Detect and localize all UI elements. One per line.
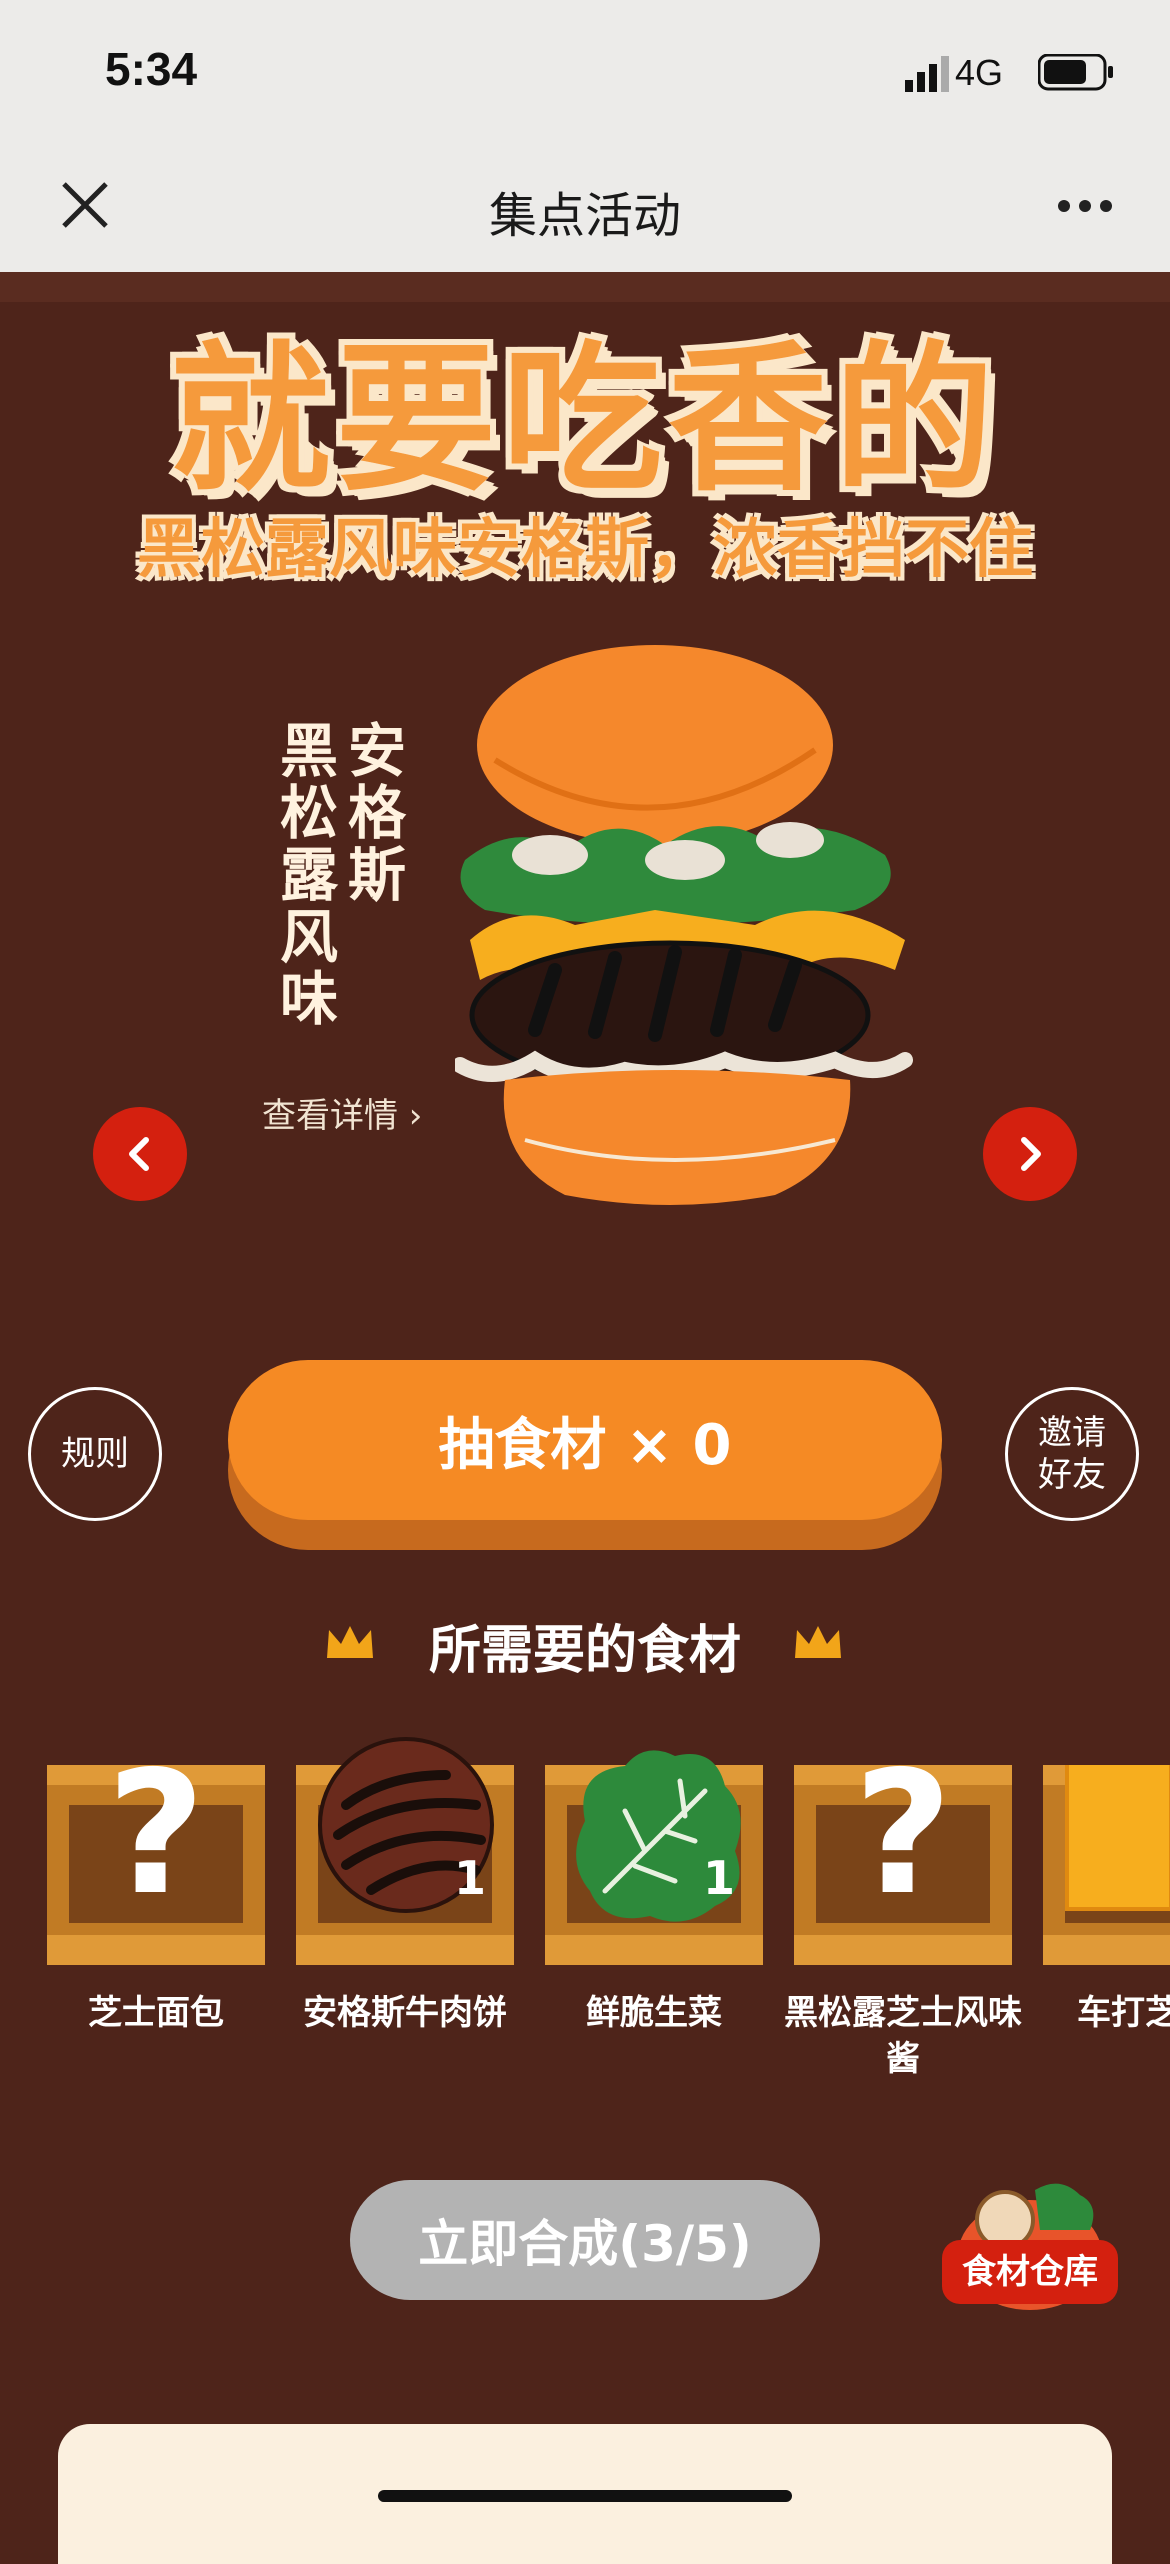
chevron-right-icon [1021, 1137, 1041, 1171]
page-title: 集点活动 [488, 188, 681, 244]
combine-button[interactable]: 立即合成(3/5) [350, 2180, 820, 2300]
ingredient-card[interactable]: ? [794, 1749, 1012, 1965]
ingredient-count: 1 [702, 1851, 735, 1905]
more-icon[interactable] [1056, 198, 1114, 214]
battery-icon [1038, 54, 1113, 91]
chevron-left-icon [129, 1137, 149, 1171]
signal-icon [905, 56, 949, 92]
ingredient-name: 黑松露芝士风味酱 [784, 1993, 1022, 2079]
ingredient-name: 芝士面包 [88, 1993, 224, 2033]
ingredient-warehouse-button[interactable]: 食材仓库 [942, 2240, 1118, 2304]
ingredient-name: 安格斯牛肉饼 [303, 1993, 507, 2033]
network-type: 4G [955, 52, 1004, 93]
crown-icon [795, 1626, 841, 1658]
burger-illustration [455, 645, 913, 1205]
hero-subheadline: 黑松露风味安格斯，浓香挡不住 [137, 513, 1033, 587]
status-time: 5:34 [105, 43, 198, 95]
ingredient-card[interactable]: ? [47, 1749, 265, 1965]
home-indicator [378, 2490, 792, 2502]
view-details-link[interactable]: 查看详情 › [262, 1088, 422, 1137]
draw-ingredients-button[interactable]: 抽食材 × 0 [228, 1360, 942, 1520]
question-mark-icon: ? [106, 1735, 206, 1933]
ingredient-card[interactable]: 1 [545, 1750, 763, 1965]
invite-label-line2: 好友 [1038, 1455, 1106, 1495]
ingredient-name: 鲜脆生菜 [586, 1993, 722, 2033]
invite-label-line1: 邀请 [1038, 1413, 1106, 1453]
prev-button[interactable] [93, 1107, 187, 1201]
ingredient-card[interactable]: 1 [296, 1737, 514, 1965]
hero-headline: 就要吃香的 [169, 326, 1000, 513]
cheese-icon [1065, 1765, 1170, 1911]
ingredient-card[interactable] [1043, 1765, 1170, 1965]
ingredient-name: 车打芝 [1077, 1993, 1170, 2033]
next-button[interactable] [983, 1107, 1077, 1201]
ingredient-count: 1 [453, 1851, 486, 1905]
question-mark-icon: ? [853, 1735, 953, 1933]
section-title: 所需要的食材 [428, 1621, 741, 1681]
invite-friends-button[interactable]: 邀请 好友 [1005, 1387, 1139, 1521]
rules-button[interactable]: 规则 [28, 1387, 162, 1521]
product-name-col1: 黑松露风味 [270, 720, 338, 1030]
